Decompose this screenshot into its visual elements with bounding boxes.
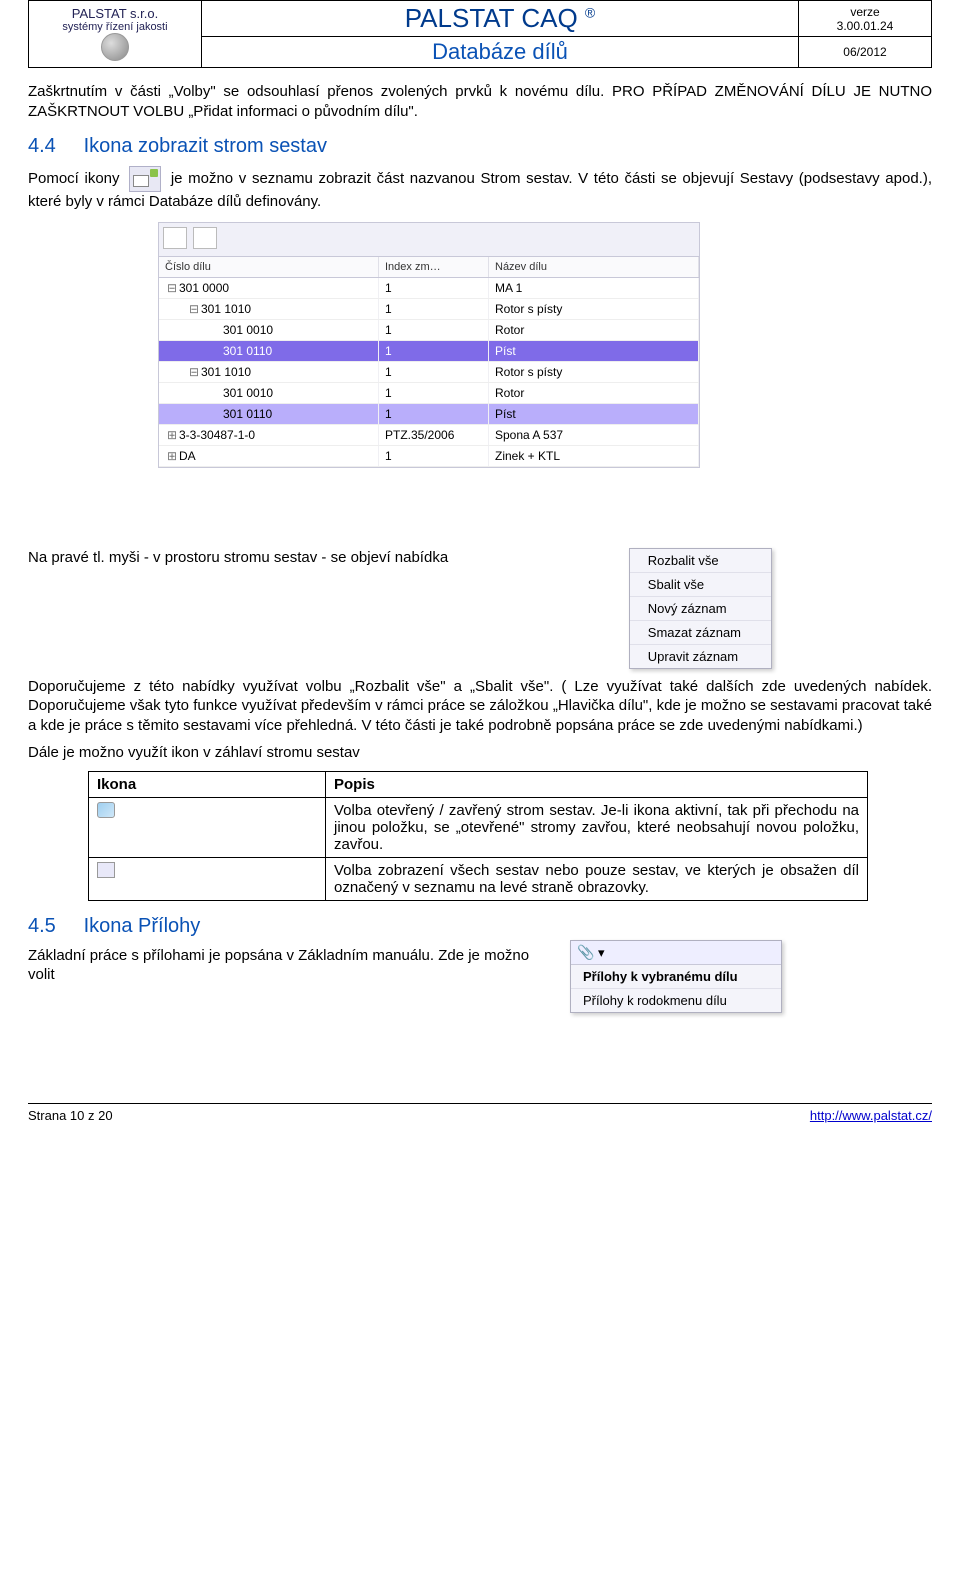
- tree-row[interactable]: 301 0110 1Píst: [159, 404, 699, 425]
- page-footer: Strana 10 z 20 http://www.palstat.cz/: [28, 1103, 932, 1123]
- logo-icon: [101, 33, 129, 61]
- tree-view-icon: [129, 166, 161, 192]
- sec45-p1: Základní práce s přílohami je popsána v …: [28, 946, 548, 985]
- cell-index: 1: [379, 320, 489, 340]
- tree-row[interactable]: 301 0010 1Rotor: [159, 320, 699, 341]
- cell-index: PTZ.35/2006: [379, 425, 489, 445]
- intro-paragraph: Zaškrtnutím v části „Volby" se odsouhlas…: [28, 82, 932, 121]
- cell-part-name: MA 1: [489, 278, 699, 298]
- cell-index: 1: [379, 278, 489, 298]
- cell-part-name: Rotor: [489, 383, 699, 403]
- cell-part-name: Píst: [489, 341, 699, 361]
- cell-part-name: Píst: [489, 404, 699, 424]
- menu-attachments-selected[interactable]: Přílohy k vybranému dílu: [571, 965, 781, 989]
- row1-desc: Volba otevřený / zavřený strom sestav. J…: [326, 797, 868, 857]
- cell-index: 1: [379, 404, 489, 424]
- company-name: PALSTAT s.r.o.: [72, 6, 158, 21]
- cell-part-name: Rotor: [489, 320, 699, 340]
- toolbar-btn-filter-icon[interactable]: [193, 227, 217, 249]
- doc-header: PALSTAT s.r.o. systémy řízení jakosti PA…: [28, 0, 932, 68]
- tree-header-row: Číslo dílu Index zm… Název dílu: [159, 257, 699, 278]
- tree-toolbar: [159, 223, 699, 257]
- th-icon: Ikona: [89, 771, 326, 797]
- tree-toggle-icon[interactable]: ⊟: [187, 302, 201, 316]
- sec44-p4: Dále je možno využít ikon v záhlaví stro…: [28, 743, 932, 763]
- col-index[interactable]: Index zm…: [379, 257, 489, 277]
- cell-part-number: 3-3-30487-1-0: [179, 428, 255, 442]
- th-desc: Popis: [326, 771, 868, 797]
- module-title: Databáze dílů: [432, 39, 568, 64]
- tree-filter-icon: [97, 862, 115, 878]
- cell-part-number: 301 0000: [179, 281, 229, 295]
- tree-row[interactable]: ⊟301 1010 1Rotor s písty: [159, 299, 699, 320]
- tree-row[interactable]: ⊞3-3-30487-1-0 PTZ.35/2006Spona A 537: [159, 425, 699, 446]
- cell-index: 1: [379, 362, 489, 382]
- attachments-menu-header: 📎 ▾: [571, 941, 781, 965]
- page-number: Strana 10 z 20: [28, 1108, 113, 1123]
- version-label: verze: [850, 5, 879, 19]
- cell-part-number: 301 0010: [223, 323, 273, 337]
- tree-row[interactable]: 301 0110 1Píst: [159, 341, 699, 362]
- table-row: Volba zobrazení všech sestav nebo pouze …: [89, 857, 868, 900]
- menu-edit-record[interactable]: Upravit záznam: [630, 645, 771, 668]
- tree-row[interactable]: 301 0010 1Rotor: [159, 383, 699, 404]
- tree-toggle-icon: [97, 802, 115, 818]
- cell-part-number: 301 0010: [223, 386, 273, 400]
- cell-index: 1: [379, 299, 489, 319]
- tree-toggle-icon[interactable]: ⊞: [165, 449, 179, 463]
- tree-row[interactable]: ⊟301 1010 1Rotor s písty: [159, 362, 699, 383]
- company-sub: systémy řízení jakosti: [62, 21, 167, 33]
- col-part-number[interactable]: Číslo dílu: [159, 257, 379, 277]
- cell-part-name: Zinek + KTL: [489, 446, 699, 466]
- context-menu: Rozbalit vše Sbalit vše Nový záznam Smaz…: [629, 548, 772, 669]
- attachments-menu: 📎 ▾ Přílohy k vybranému dílu Přílohy k r…: [570, 940, 782, 1013]
- tree-row[interactable]: ⊟301 0000 1MA 1: [159, 278, 699, 299]
- version-value: 3.00.01.24: [837, 19, 894, 33]
- tree-row[interactable]: ⊞DA 1Zinek + KTL: [159, 446, 699, 467]
- tree-toggle-icon[interactable]: ⊟: [187, 365, 201, 379]
- col-part-name[interactable]: Název dílu: [489, 257, 699, 277]
- doc-date: 06/2012: [843, 45, 886, 59]
- section-4-4-heading: 4.4 Ikona zobrazit strom sestav: [28, 135, 932, 158]
- section-4-5-heading: 4.5 Ikona Přílohy: [28, 915, 932, 938]
- table-row: Volba otevřený / zavřený strom sestav. J…: [89, 797, 868, 857]
- cell-index: 1: [379, 446, 489, 466]
- cell-part-name: Rotor s písty: [489, 299, 699, 319]
- menu-expand-all[interactable]: Rozbalit vše: [630, 549, 771, 573]
- sec44-p3: Doporučujeme z této nabídky využívat vol…: [28, 677, 932, 736]
- cell-part-name: Spona A 537: [489, 425, 699, 445]
- tree-grid: Číslo dílu Index zm… Název dílu ⊟301 000…: [158, 222, 700, 468]
- cell-index: 1: [379, 341, 489, 361]
- cell-part-number: 301 0110: [223, 407, 272, 421]
- cell-part-number: 301 1010: [201, 365, 251, 379]
- app-title: PALSTAT CAQ ®: [405, 3, 595, 33]
- menu-delete-record[interactable]: Smazat záznam: [630, 621, 771, 645]
- cell-index: 1: [379, 383, 489, 403]
- icon-description-table: Ikona Popis Volba otevřený / zavřený str…: [88, 771, 868, 901]
- paperclip-icon: 📎: [577, 944, 594, 960]
- sec44-p1: Pomocí ikony je možno v seznamu zobrazit…: [28, 166, 932, 212]
- footer-link[interactable]: http://www.palstat.cz/: [810, 1108, 932, 1123]
- sec44-p2: Na pravé tl. myši - v prostoru stromu se…: [28, 548, 932, 568]
- menu-attachments-pedigree[interactable]: Přílohy k rodokmenu dílu: [571, 989, 781, 1012]
- cell-part-number: 301 0110: [223, 344, 272, 358]
- tree-toggle-icon[interactable]: ⊞: [165, 428, 179, 442]
- cell-part-number: 301 1010: [201, 302, 251, 316]
- cell-part-number: DA: [179, 449, 196, 463]
- cell-part-name: Rotor s písty: [489, 362, 699, 382]
- tree-toggle-icon[interactable]: ⊟: [165, 281, 179, 295]
- toolbar-btn-refresh-icon[interactable]: [163, 227, 187, 249]
- row2-desc: Volba zobrazení všech sestav nebo pouze …: [326, 857, 868, 900]
- menu-new-record[interactable]: Nový záznam: [630, 597, 771, 621]
- menu-collapse-all[interactable]: Sbalit vše: [630, 573, 771, 597]
